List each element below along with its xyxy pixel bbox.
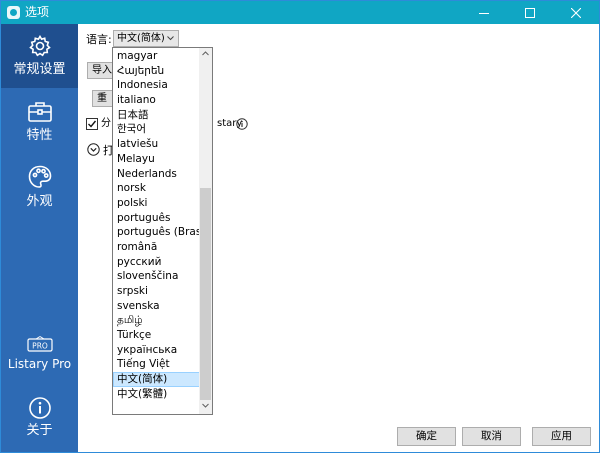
- checkmark-icon: [88, 120, 97, 128]
- scroll-up-icon[interactable]: [202, 51, 209, 56]
- language-option[interactable]: 한국어: [113, 122, 201, 137]
- cancel-button[interactable]: 取消: [462, 427, 521, 446]
- ok-button[interactable]: 确定: [397, 427, 456, 446]
- sidebar-item-label: 常规设置: [13, 62, 66, 77]
- sidebar-item-label: Listary Pro: [7, 357, 72, 371]
- language-option[interactable]: magyar: [113, 49, 201, 64]
- language-option[interactable]: Nederlands: [113, 167, 201, 182]
- language-option[interactable]: polski: [113, 196, 201, 211]
- language-dropdown-list[interactable]: magyar Հայերեն Indonesia italiano 日本語 한국어 latv…: [112, 47, 213, 415]
- sidebar-item-label: 特性: [26, 128, 53, 143]
- language-option[interactable]: română: [113, 240, 201, 255]
- language-option[interactable]: latviešu: [113, 137, 201, 152]
- minimize-button[interactable]: [461, 1, 507, 24]
- palette-icon: [28, 165, 51, 188]
- info-icon: [28, 397, 51, 419]
- title-bar: 选项: [1, 1, 599, 24]
- apply-button[interactable]: 应用: [532, 427, 591, 446]
- expand-chevron-icon[interactable]: [87, 143, 100, 156]
- pro-badge-icon: PRO: [26, 336, 53, 352]
- sidebar-item-features[interactable]: 特性: [1, 98, 78, 144]
- options-window: 选项 常规设置 特性 外观 PRO Listary Pro 关于 语言: 中文(…: [0, 0, 600, 453]
- close-button[interactable]: [553, 1, 599, 24]
- language-option[interactable]: русский: [113, 255, 201, 270]
- language-option[interactable]: Türkçe: [113, 328, 201, 343]
- language-option[interactable]: Tiếng Việt: [113, 357, 201, 372]
- language-option[interactable]: svenska: [113, 299, 201, 314]
- language-option[interactable]: português (Brasil): [113, 225, 201, 240]
- language-option[interactable]: தமிழ்: [113, 313, 201, 328]
- close-icon: [571, 7, 581, 18]
- scrollbar-thumb[interactable]: [200, 188, 211, 400]
- app-icon: [7, 6, 20, 19]
- maximize-button[interactable]: [507, 1, 553, 24]
- dropdown-scrollbar[interactable]: [199, 48, 212, 414]
- language-option[interactable]: українська: [113, 343, 201, 358]
- sidebar-item-label: 外观: [26, 194, 53, 209]
- language-label: 语言:: [86, 33, 112, 46]
- language-option[interactable]: italiano: [113, 93, 201, 108]
- language-option[interactable]: Melayu: [113, 152, 201, 167]
- language-options: magyar Հայերեն Indonesia italiano 日本語 한국어 latv…: [113, 49, 201, 402]
- language-option[interactable]: slovenščina: [113, 269, 201, 284]
- language-select[interactable]: 中文(简体): [113, 30, 179, 47]
- toolbox-icon: [27, 102, 52, 122]
- minimize-icon: [479, 12, 489, 14]
- sidebar-item-appearance[interactable]: 外观: [1, 162, 78, 210]
- sidebar-item-about[interactable]: 关于: [1, 396, 78, 439]
- sidebar-item-general[interactable]: 常规设置: [1, 24, 78, 88]
- chevron-down-icon: [167, 36, 174, 41]
- language-select-value: 中文(简体): [117, 33, 165, 44]
- maximize-icon: [525, 7, 535, 18]
- language-option[interactable]: norsk: [113, 181, 201, 196]
- window-title: 选项: [25, 5, 50, 19]
- pro-badge-text: PRO: [32, 341, 48, 350]
- sidebar: 常规设置 特性 外观 PRO Listary Pro 关于: [1, 24, 78, 452]
- language-option[interactable]: 中文(繁體): [113, 387, 201, 402]
- sidebar-item-label: 关于: [26, 423, 53, 438]
- language-option[interactable]: Indonesia: [113, 78, 201, 93]
- sidebar-item-listary-pro[interactable]: PRO Listary Pro: [1, 336, 78, 372]
- info-circle-icon[interactable]: [236, 118, 248, 130]
- import-button[interactable]: 导入: [87, 62, 115, 79]
- gear-icon: [28, 34, 51, 57]
- language-option[interactable]: 日本語: [113, 108, 201, 123]
- language-option[interactable]: 中文(简体): [113, 372, 201, 387]
- scroll-down-icon[interactable]: [202, 403, 209, 408]
- language-option[interactable]: português: [113, 211, 201, 226]
- language-option[interactable]: Հայերեն: [113, 64, 201, 79]
- language-option[interactable]: srpski: [113, 284, 201, 299]
- option-checkbox[interactable]: [86, 118, 98, 130]
